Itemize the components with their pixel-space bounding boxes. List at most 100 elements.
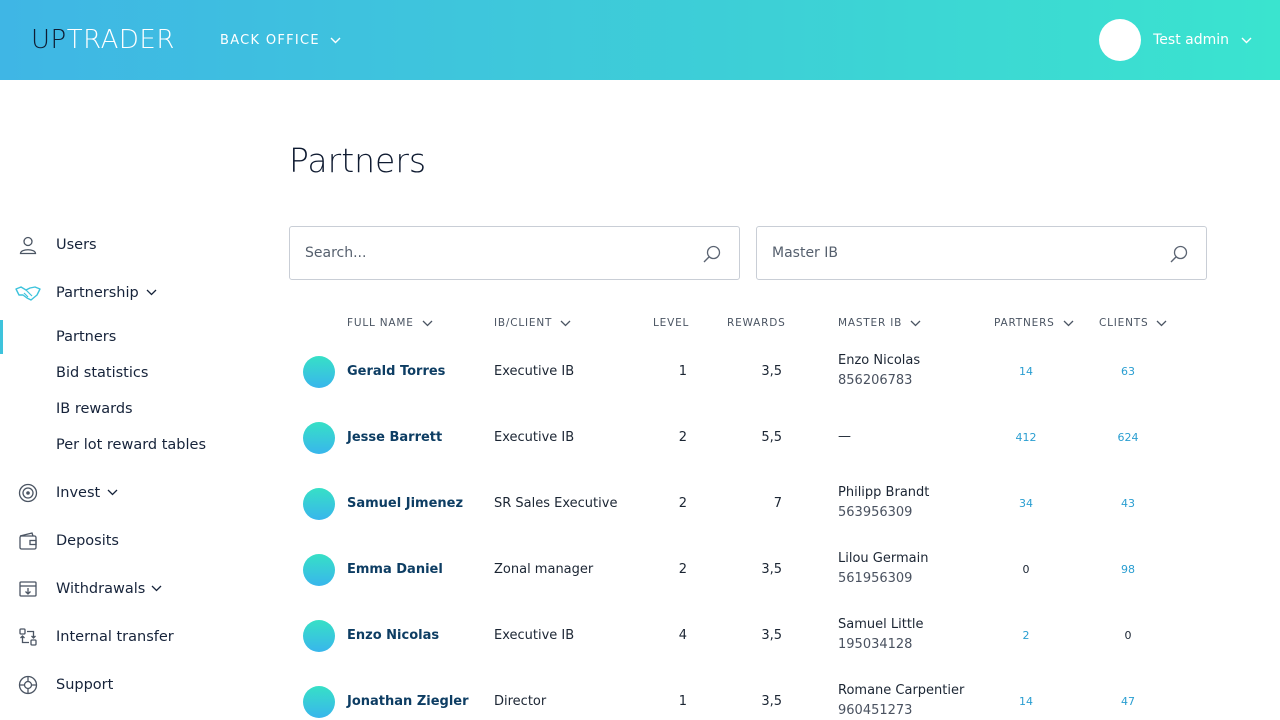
column-header-label: IB/CLIENT (494, 317, 553, 329)
search-icon[interactable] (702, 244, 722, 264)
chevron-down-icon (330, 37, 341, 43)
sidebar-item-label: Deposits (56, 533, 119, 549)
partners-count-link[interactable]: 412 (989, 431, 1063, 444)
avatar (303, 422, 335, 454)
table-row[interactable]: Samuel Jimenez SR Sales Executive 2 7 Ph… (289, 471, 1207, 537)
withdraw-icon (17, 578, 39, 600)
master-ib-id: 960451273 (838, 703, 913, 718)
sidebar-item-label: Partners (56, 329, 117, 345)
table-row[interactable]: Gerald Torres Executive IB 1 3,5 Enzo Ni… (289, 339, 1207, 405)
master-ib-name: Romane Carpentier (838, 683, 965, 698)
master-ib-placeholder: Master IB (772, 245, 838, 261)
column-header-label: PARTNERS (994, 317, 1055, 329)
column-header-label: MASTER IB (838, 317, 903, 329)
avatar (303, 356, 335, 388)
column-header-full-name[interactable]: FULL NAME (347, 317, 433, 329)
clients-count-link[interactable]: 47 (1091, 695, 1165, 708)
column-header-master-ib[interactable]: MASTER IB (838, 317, 921, 329)
rewards-value: 3,5 (761, 562, 782, 577)
ib-client-type: SR Sales Executive (494, 496, 618, 511)
search-input[interactable]: Search... (289, 226, 740, 280)
rewards-value: 5,5 (761, 430, 782, 445)
table-row[interactable]: Emma Daniel Zonal manager 2 3,5 Lilou Ge… (289, 537, 1207, 603)
table-row[interactable]: Enzo Nicolas Executive IB 4 3,5 Samuel L… (289, 603, 1207, 669)
table-row[interactable]: Jonathan Ziegler Director 1 3,5 Romane C… (289, 669, 1207, 720)
clients-count-link[interactable]: 63 (1091, 365, 1165, 378)
column-header-label: REWARDS (727, 317, 786, 329)
active-indicator (0, 320, 3, 354)
logo-trader-text: TRADER (66, 25, 175, 55)
target-icon (17, 482, 39, 504)
uptrader-logo[interactable]: UP TRADER (31, 25, 175, 55)
sidebar-item-label: Support (56, 677, 114, 693)
avatar[interactable] (1099, 19, 1142, 61)
partners-count-link[interactable]: 34 (989, 497, 1063, 510)
column-header-label: CLIENTS (1099, 317, 1149, 329)
sidebar-item-label: Bid statistics (56, 365, 149, 381)
table-row[interactable]: Jesse Barrett Executive IB 2 5,5 — 412 6… (289, 405, 1207, 471)
level-value: 2 (678, 430, 687, 445)
partners-count-link[interactable]: 14 (989, 695, 1063, 708)
user-icon (17, 234, 39, 256)
level-value: 1 (678, 694, 687, 709)
rewards-value: 3,5 (761, 628, 782, 643)
chevron-down-icon (560, 320, 571, 326)
chevron-down-icon (1241, 37, 1252, 43)
column-header-label: LEVEL (653, 317, 690, 329)
rewards-value: 3,5 (761, 364, 782, 379)
ib-client-type: Executive IB (494, 364, 575, 379)
user-menu[interactable]: Test admin (1099, 19, 1252, 61)
sidebar-item-label: Invest (56, 485, 101, 501)
level-value: 2 (678, 562, 687, 577)
clients-count-link[interactable]: 98 (1091, 563, 1165, 576)
lifebuoy-icon (17, 674, 39, 696)
clients-count: 0 (1124, 629, 1132, 642)
partner-name-link[interactable]: Samuel Jimenez (347, 496, 463, 511)
sidebar-item-label: Internal transfer (56, 629, 174, 645)
avatar (303, 686, 335, 718)
partner-name-link[interactable]: Jesse Barrett (347, 430, 442, 445)
column-header-ib-client[interactable]: IB/CLIENT (494, 317, 571, 329)
sidebar-item-label: Withdrawals (56, 581, 146, 597)
top-bar: UP TRADER BACK OFFICE Test admin (0, 0, 1280, 80)
partner-name-link[interactable]: Gerald Torres (347, 364, 445, 379)
chevron-down-icon (151, 585, 162, 592)
master-ib-id: 856206783 (838, 373, 913, 388)
ib-client-type: Executive IB (494, 430, 575, 445)
master-ib-id: 195034128 (838, 637, 913, 652)
rewards-value: 7 (773, 496, 782, 511)
avatar (303, 620, 335, 652)
partners-count-link[interactable]: 14 (989, 365, 1063, 378)
master-ib-name: Samuel Little (838, 617, 924, 632)
clients-count-link[interactable]: 624 (1091, 431, 1165, 444)
master-ib-name: Philipp Brandt (838, 485, 930, 500)
level-value: 2 (678, 496, 687, 511)
column-header-clients[interactable]: CLIENTS (1099, 317, 1167, 329)
search-icon[interactable] (1169, 244, 1189, 264)
transfer-icon (17, 626, 39, 648)
chevron-down-icon (107, 489, 118, 496)
clients-count-link[interactable]: 43 (1091, 497, 1165, 510)
chevron-down-icon (910, 320, 921, 326)
level-value: 4 (678, 628, 687, 643)
partner-name-link[interactable]: Enzo Nicolas (347, 628, 439, 643)
master-ib-input[interactable]: Master IB (756, 226, 1207, 280)
user-name: Test admin (1153, 32, 1229, 48)
master-ib-name: Lilou Germain (838, 551, 929, 566)
partners-count-link[interactable]: 2 (989, 629, 1063, 642)
column-header-rewards: REWARDS (727, 317, 786, 329)
level-value: 1 (678, 364, 687, 379)
back-office-menu[interactable]: BACK OFFICE (220, 30, 341, 50)
column-header-partners[interactable]: PARTNERS (994, 317, 1074, 329)
column-header-level: LEVEL (653, 317, 689, 329)
logo-up-text: UP (31, 25, 67, 55)
avatar (303, 488, 335, 520)
chevron-down-icon (1156, 320, 1167, 326)
master-ib-name: Enzo Nicolas (838, 353, 921, 368)
partner-name-link[interactable]: Emma Daniel (347, 562, 443, 577)
partner-name-link[interactable]: Jonathan Ziegler (347, 694, 469, 709)
rewards-value: 3,5 (761, 694, 782, 709)
master-ib-empty: — (838, 429, 851, 444)
master-ib-id: 563956309 (838, 505, 913, 520)
sidebar-item-label: Per lot reward tables (56, 437, 207, 453)
